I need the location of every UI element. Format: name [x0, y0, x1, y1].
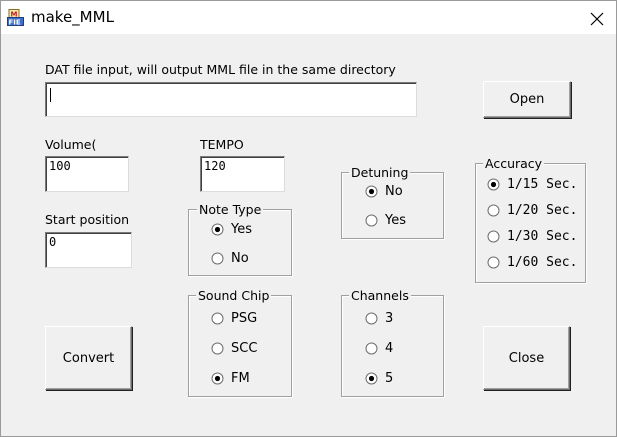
- note-type-legend: Note Type: [197, 202, 264, 217]
- sound-chip-radio[interactable]: SCC: [211, 341, 257, 356]
- main-window: M FIE make_MML DAT file input, will outp…: [0, 0, 617, 437]
- radio-unchecked-icon[interactable]: [487, 230, 500, 243]
- file-input-label: DAT file input, will output MML file in …: [45, 62, 396, 77]
- start-position-label: Start position: [45, 212, 130, 227]
- accuracy-radio[interactable]: 1/60 Sec.: [487, 255, 577, 270]
- radio-label[interactable]: 1/60 Sec.: [507, 255, 577, 270]
- detuning-legend: Detuning: [349, 165, 411, 180]
- radio-unchecked-icon[interactable]: [211, 342, 224, 355]
- svg-text:FIE: FIE: [9, 19, 21, 27]
- radio-label[interactable]: Yes: [385, 213, 406, 228]
- radio-label[interactable]: FM: [231, 371, 250, 386]
- radio-unchecked-icon[interactable]: [487, 256, 500, 269]
- sound-chip-radio[interactable]: FM: [211, 371, 250, 386]
- radio-unchecked-icon[interactable]: [365, 214, 378, 227]
- start-position-field[interactable]: 0: [45, 232, 132, 268]
- radio-label[interactable]: No: [231, 251, 249, 266]
- radio-label[interactable]: 5: [385, 371, 393, 386]
- text-caret: [50, 88, 51, 102]
- radio-label[interactable]: PSG: [231, 311, 257, 326]
- detuning-radio[interactable]: Yes: [365, 213, 406, 228]
- radio-label[interactable]: SCC: [231, 341, 257, 356]
- note-type-radio[interactable]: No: [211, 251, 249, 266]
- close-icon[interactable]: [581, 3, 611, 33]
- radio-unchecked-icon[interactable]: [365, 312, 378, 325]
- file-icon: M FIE: [7, 9, 24, 26]
- note-type-radio[interactable]: Yes: [211, 222, 252, 237]
- radio-label[interactable]: 3: [385, 311, 393, 326]
- channels-radio[interactable]: 5: [365, 371, 393, 386]
- radio-checked-icon[interactable]: [211, 372, 224, 385]
- radio-unchecked-icon[interactable]: [211, 252, 224, 265]
- radio-label[interactable]: 1/15 Sec.: [507, 177, 577, 192]
- tempo-field[interactable]: 120: [200, 156, 285, 192]
- detuning-group: [341, 172, 444, 239]
- title-bar[interactable]: M FIE make_MML: [1, 1, 616, 34]
- convert-button[interactable]: Convert: [45, 326, 132, 390]
- accuracy-legend: Accuracy: [483, 156, 545, 171]
- detuning-radio[interactable]: No: [365, 184, 403, 199]
- radio-label[interactable]: Yes: [231, 222, 252, 237]
- channels-radio[interactable]: 3: [365, 311, 393, 326]
- radio-unchecked-icon[interactable]: [211, 312, 224, 325]
- volume-field[interactable]: 100: [45, 156, 129, 192]
- close-button[interactable]: Close: [483, 326, 570, 390]
- window-title: make_MML: [31, 8, 114, 26]
- tempo-label: TEMPO: [200, 137, 244, 152]
- radio-label[interactable]: 4: [385, 341, 393, 356]
- volume-label: Volume(: [45, 137, 97, 152]
- radio-unchecked-icon[interactable]: [365, 342, 378, 355]
- radio-label[interactable]: No: [385, 184, 403, 199]
- accuracy-radio[interactable]: 1/20 Sec.: [487, 203, 577, 218]
- radio-label[interactable]: 1/20 Sec.: [507, 203, 577, 218]
- radio-unchecked-icon[interactable]: [487, 204, 500, 217]
- radio-checked-icon[interactable]: [365, 372, 378, 385]
- radio-checked-icon[interactable]: [487, 178, 500, 191]
- radio-label[interactable]: 1/30 Sec.: [507, 229, 577, 244]
- accuracy-radio[interactable]: 1/30 Sec.: [487, 229, 577, 244]
- channels-legend: Channels: [349, 288, 411, 303]
- sound-chip-radio[interactable]: PSG: [211, 311, 257, 326]
- radio-checked-icon[interactable]: [211, 223, 224, 236]
- open-button[interactable]: Open: [483, 81, 571, 118]
- sound-chip-legend: Sound Chip: [196, 288, 272, 303]
- radio-checked-icon[interactable]: [365, 185, 378, 198]
- file-path-input[interactable]: [45, 82, 417, 117]
- channels-radio[interactable]: 4: [365, 341, 393, 356]
- accuracy-radio[interactable]: 1/15 Sec.: [487, 177, 577, 192]
